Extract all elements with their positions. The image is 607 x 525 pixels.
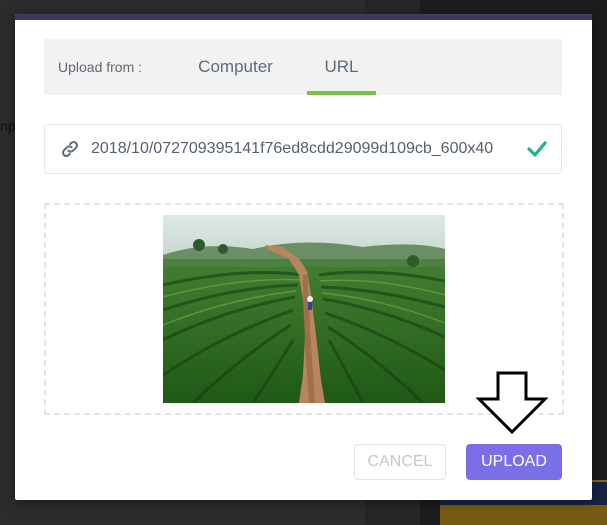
arrow-down-icon [476, 371, 548, 435]
image-preview [163, 215, 445, 403]
upload-from-label: Upload from : [58, 59, 143, 75]
cancel-button[interactable]: CANCEL [354, 444, 446, 480]
tab-computer[interactable]: Computer [168, 39, 303, 95]
check-icon [527, 141, 547, 157]
upload-button[interactable]: UPLOAD [466, 444, 562, 480]
link-icon [62, 141, 78, 157]
modal-top-bar [15, 14, 592, 20]
url-input[interactable] [91, 135, 513, 163]
url-field [44, 124, 562, 174]
tab-url[interactable]: URL [307, 39, 376, 95]
upload-source-tabs: Upload from : Computer URL [44, 39, 562, 95]
